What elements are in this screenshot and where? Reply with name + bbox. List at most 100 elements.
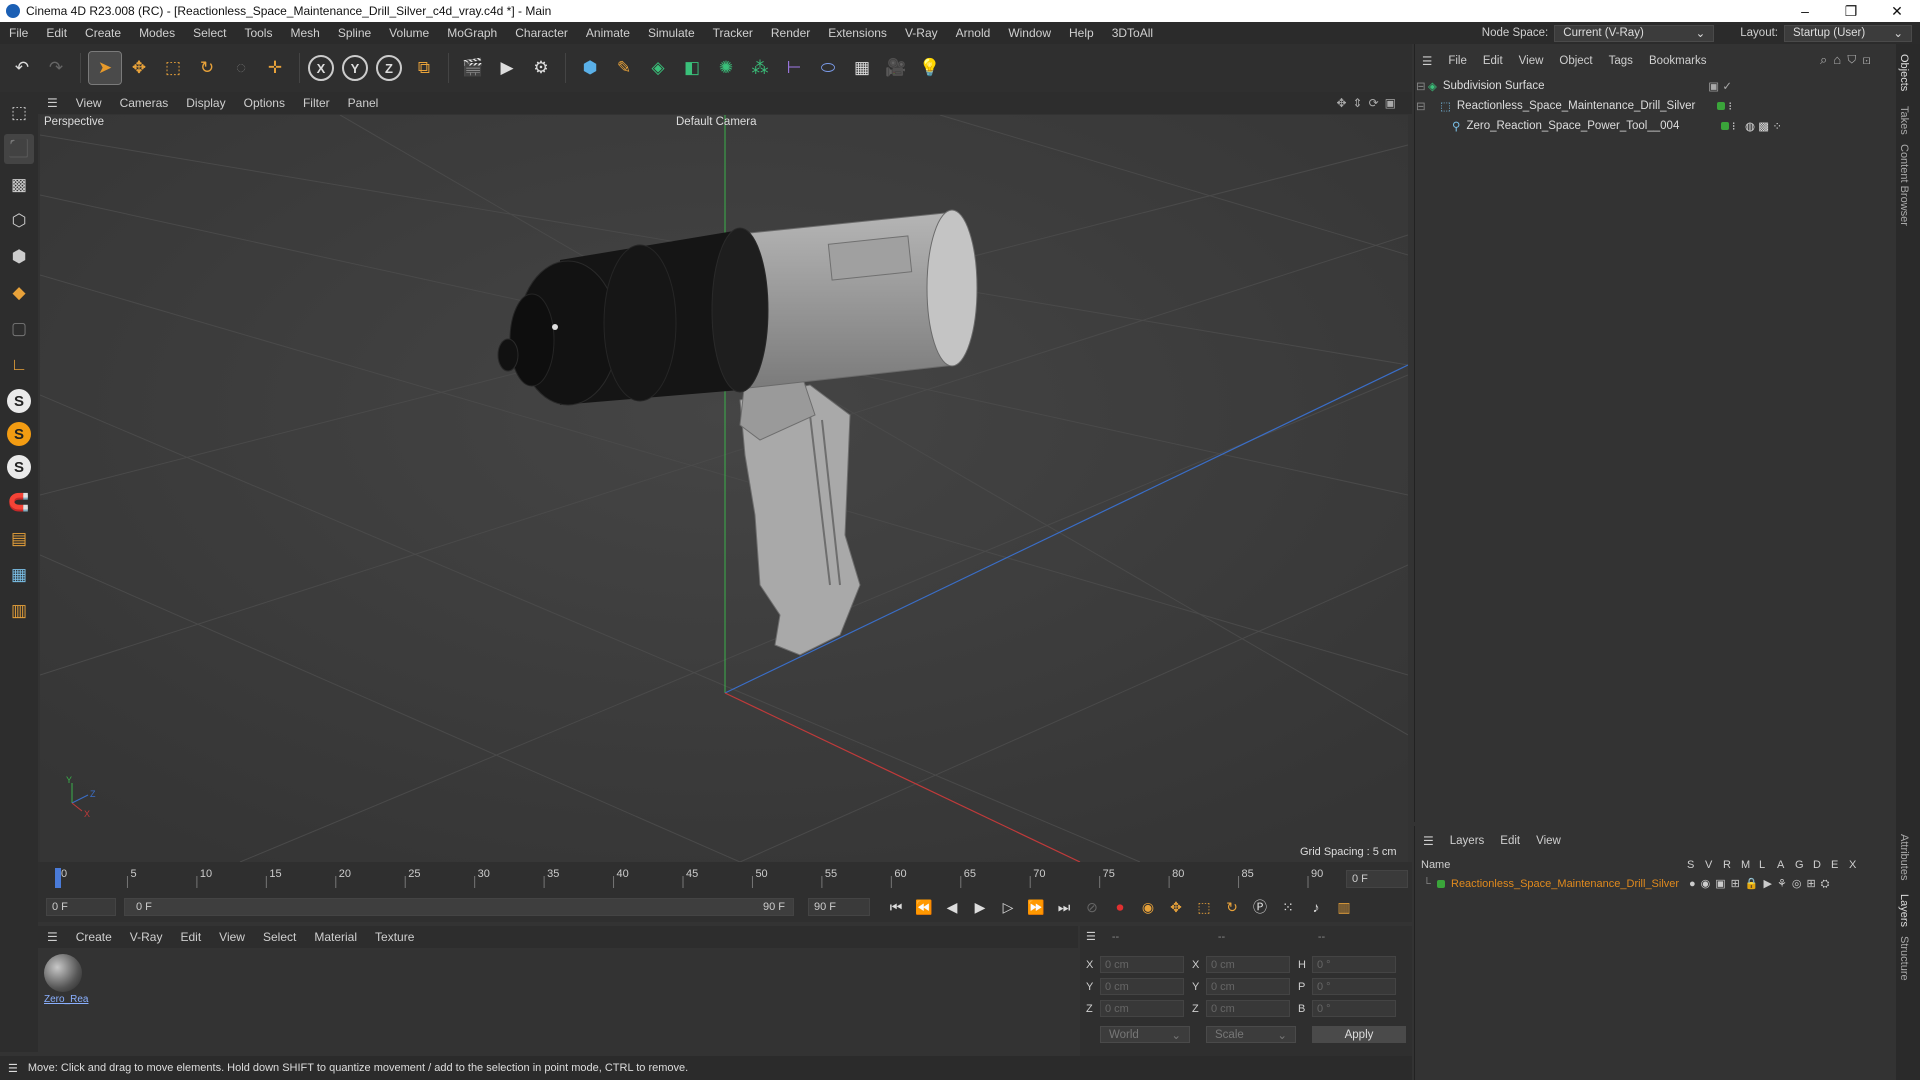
viewport-menu-cameras[interactable]: Cameras bbox=[111, 96, 178, 110]
pen-icon[interactable]: ✎ bbox=[608, 52, 640, 84]
coordinate-icon[interactable]: ⧉ bbox=[408, 52, 440, 84]
rotate-icon[interactable]: ↻ bbox=[191, 52, 223, 84]
menu-3dtoall[interactable]: 3DToAll bbox=[1103, 26, 1162, 40]
texture-mode-icon[interactable]: ▩ bbox=[4, 170, 34, 200]
rotation-h-field[interactable]: 0 ° bbox=[1312, 956, 1396, 973]
size-z-field[interactable]: 0 cm bbox=[1206, 1000, 1290, 1017]
live-select-icon[interactable]: ◌ bbox=[225, 52, 257, 84]
layout-dropdown[interactable]: Startup (User) ⌄ bbox=[1784, 24, 1912, 42]
bend-icon[interactable]: ⊢ bbox=[778, 52, 810, 84]
layer-row[interactable]: └ Reactionless_Space_Maintenance_Drill_S… bbox=[1415, 874, 1894, 894]
quantize-icon[interactable]: ▥ bbox=[4, 596, 34, 626]
render-settings-icon[interactable]: ⚙ bbox=[525, 52, 557, 84]
object-manager-tools[interactable]: ⌕⌂⛉⊡ bbox=[1820, 52, 1877, 68]
render-region-icon[interactable]: 🎬 bbox=[457, 52, 489, 84]
collapse-icon[interactable]: ⊟ bbox=[1416, 99, 1440, 113]
material-menu-view[interactable]: View bbox=[210, 930, 254, 944]
material-swatch[interactable]: Zero_Rea bbox=[44, 954, 88, 1005]
timeline-window-icon[interactable]: ▥ bbox=[1332, 896, 1356, 918]
material-menu-create[interactable]: Create bbox=[67, 930, 121, 944]
polygon-mode-icon[interactable]: ◆ bbox=[4, 278, 34, 308]
material-menu-material[interactable]: Material bbox=[305, 930, 366, 944]
menu-extensions[interactable]: Extensions bbox=[819, 26, 896, 40]
coord-system-dropdown[interactable]: World ⌄ bbox=[1100, 1026, 1190, 1043]
apply-button[interactable]: Apply bbox=[1312, 1026, 1406, 1043]
magnet-icon[interactable]: 🧲 bbox=[4, 488, 34, 518]
menu-create[interactable]: Create bbox=[76, 26, 130, 40]
viewport-menu-view[interactable]: View bbox=[67, 96, 111, 110]
frame-range-slider[interactable]: 0 F 90 F bbox=[124, 898, 794, 916]
menu-render[interactable]: Render bbox=[762, 26, 819, 40]
y-axis-icon[interactable]: Y bbox=[342, 55, 368, 81]
add-icon[interactable]: ✛ bbox=[259, 52, 291, 84]
tab-attributes[interactable]: Attributes bbox=[1898, 834, 1910, 880]
go-to-start-icon[interactable]: ⏮ bbox=[884, 896, 908, 918]
go-to-end-icon[interactable]: ⏭ bbox=[1052, 896, 1076, 918]
object-menu-bookmarks[interactable]: Bookmarks bbox=[1641, 55, 1715, 67]
object-row[interactable]: ⚲ Zero_Reaction_Space_Power_Tool__004 ⁝ … bbox=[1416, 116, 1892, 136]
key-scale-icon[interactable]: ⬚ bbox=[1192, 896, 1216, 918]
subdivision-icon[interactable]: ◈ bbox=[642, 52, 674, 84]
material-menu-texture[interactable]: Texture bbox=[366, 930, 423, 944]
menu-help[interactable]: Help bbox=[1060, 26, 1103, 40]
hamburger-icon[interactable]: ☰ bbox=[1086, 930, 1096, 943]
hamburger-icon[interactable]: ☰ bbox=[8, 1062, 18, 1075]
menu-character[interactable]: Character bbox=[506, 26, 577, 40]
object-menu-edit[interactable]: Edit bbox=[1475, 55, 1511, 67]
3d-viewport[interactable]: Y Z X bbox=[40, 115, 1408, 862]
grid-icon[interactable]: ▤ bbox=[4, 524, 34, 554]
material-menu-edit[interactable]: Edit bbox=[171, 930, 210, 944]
object-menu-view[interactable]: View bbox=[1511, 55, 1552, 67]
snap-s2-icon[interactable]: S bbox=[7, 422, 31, 446]
move-icon[interactable]: ✥ bbox=[123, 52, 155, 84]
size-x-field[interactable]: 0 cm bbox=[1206, 956, 1290, 973]
rotation-p-field[interactable]: 0 ° bbox=[1312, 978, 1396, 995]
z-axis-icon[interactable]: Z bbox=[376, 55, 402, 81]
x-axis-icon[interactable]: X bbox=[308, 55, 334, 81]
tab-content-browser[interactable]: Content Browser bbox=[1898, 144, 1910, 226]
redo-icon[interactable]: ↷ bbox=[40, 52, 72, 84]
render-view-icon[interactable]: ▶ bbox=[491, 52, 523, 84]
keyframe-icon[interactable]: ◉ bbox=[1136, 896, 1160, 918]
tab-layers[interactable]: Layers bbox=[1898, 894, 1910, 927]
key-parameter-icon[interactable]: Ⓟ bbox=[1248, 896, 1272, 918]
position-x-field[interactable]: 0 cm bbox=[1100, 956, 1184, 973]
workplane-icon[interactable]: ∟ bbox=[4, 350, 34, 380]
end-frame-field[interactable]: 90 F bbox=[808, 898, 870, 916]
playhead-marker[interactable] bbox=[55, 868, 61, 888]
maximize-button[interactable]: ❐ bbox=[1828, 3, 1874, 20]
object-row[interactable]: ⊟ ◈ Subdivision Surface ▣ ✓ bbox=[1416, 76, 1892, 96]
hamburger-icon[interactable]: ☰ bbox=[38, 930, 67, 944]
field-icon[interactable]: ⬭ bbox=[812, 52, 844, 84]
floor-icon[interactable]: ▦ bbox=[846, 52, 878, 84]
object-axis-icon[interactable]: ▢ bbox=[4, 314, 34, 344]
scale-icon[interactable]: ⬚ bbox=[157, 52, 189, 84]
snap-s-icon[interactable]: S bbox=[7, 389, 31, 413]
menu-arnold[interactable]: Arnold bbox=[947, 26, 1000, 40]
menu-simulate[interactable]: Simulate bbox=[639, 26, 704, 40]
motion-system-icon[interactable]: ♪ bbox=[1304, 896, 1328, 918]
viewport-menu-display[interactable]: Display bbox=[177, 96, 234, 110]
object-menu-object[interactable]: Object bbox=[1551, 55, 1600, 67]
size-y-field[interactable]: 0 cm bbox=[1206, 978, 1290, 995]
undo-icon[interactable]: ↶ bbox=[6, 52, 38, 84]
minimize-button[interactable]: – bbox=[1782, 3, 1828, 19]
key-pla-icon[interactable]: ⁙ bbox=[1276, 896, 1300, 918]
start-frame-field[interactable]: 0 F bbox=[46, 898, 116, 916]
viewport-nav-icons[interactable]: ✥⇕⟳▣ bbox=[1336, 96, 1402, 110]
layer-menu-view[interactable]: View bbox=[1528, 835, 1569, 847]
menu-animate[interactable]: Animate bbox=[577, 26, 639, 40]
menu-tools[interactable]: Tools bbox=[235, 26, 281, 40]
menu-select[interactable]: Select bbox=[184, 26, 235, 40]
tab-takes[interactable]: Takes bbox=[1898, 106, 1910, 135]
layer-flag-icons[interactable]: ●◉▣⊞🔒▶⚘◎⊞⛭ bbox=[1689, 877, 1834, 891]
menu-edit[interactable]: Edit bbox=[37, 26, 76, 40]
menu-spline[interactable]: Spline bbox=[329, 26, 380, 40]
viewport-menu-panel[interactable]: Panel bbox=[339, 96, 388, 110]
prev-frame-icon[interactable]: ◀ bbox=[940, 896, 964, 918]
viewport-menu-options[interactable]: Options bbox=[235, 96, 294, 110]
object-tags[interactable]: ⁝ ◍ ▩ ⁘ bbox=[1720, 119, 1782, 133]
model-mode-icon[interactable]: ⬚ bbox=[4, 98, 34, 128]
point-mode-icon[interactable]: ⬡ bbox=[4, 206, 34, 236]
object-menu-file[interactable]: File bbox=[1440, 55, 1475, 67]
